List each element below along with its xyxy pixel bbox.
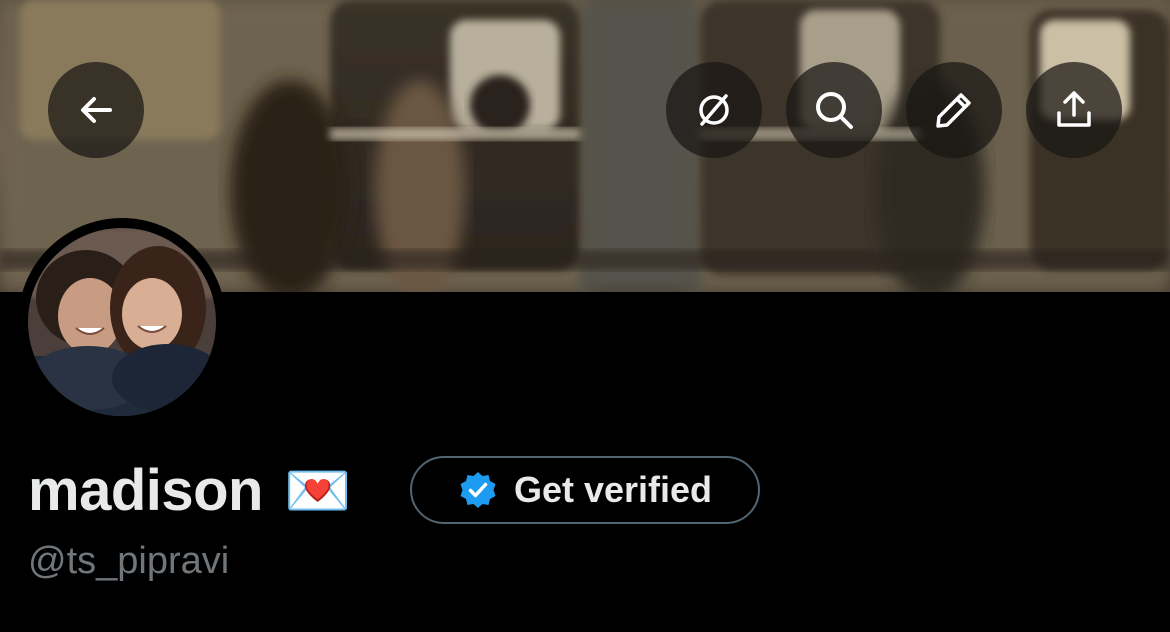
grok-button[interactable]	[666, 62, 762, 158]
pencil-icon	[936, 93, 971, 128]
grok-icon	[699, 94, 729, 126]
back-arrow-icon	[81, 97, 112, 123]
verified-badge-icon	[460, 472, 496, 508]
user-handle: @ts_pipravi	[28, 540, 230, 582]
share-button[interactable]	[1026, 62, 1122, 158]
back-button[interactable]	[48, 62, 144, 158]
profile-name-row: madison 💌 Get verified	[28, 452, 760, 530]
get-verified-label: Get verified	[513, 469, 713, 510]
search-button[interactable]	[786, 62, 882, 158]
avatar[interactable]	[18, 218, 226, 426]
display-name: madison	[28, 458, 264, 523]
get-verified-button[interactable]: Get verified	[410, 456, 760, 524]
avatar-image	[28, 228, 216, 416]
search-icon	[816, 92, 853, 129]
edit-button[interactable]	[906, 62, 1002, 158]
love-letter-emoji: 💌	[284, 461, 352, 521]
share-icon	[1057, 91, 1091, 127]
